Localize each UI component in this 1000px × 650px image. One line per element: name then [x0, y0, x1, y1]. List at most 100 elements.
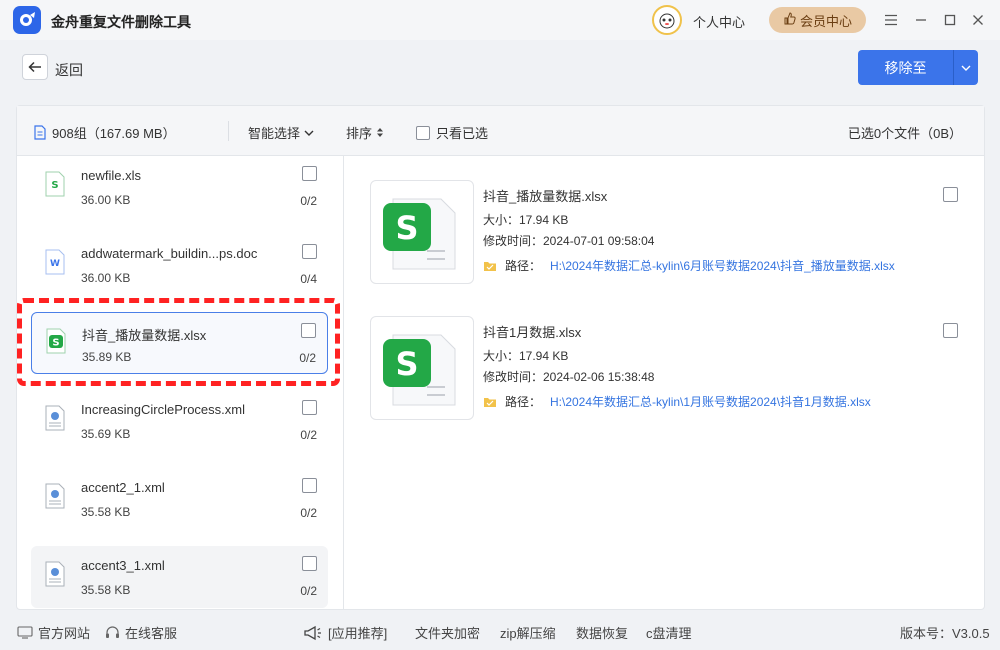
c-drive-clean-link[interactable]: c盘清理 [646, 623, 692, 642]
detail-file-size: 大小：17.94 KB [483, 213, 569, 227]
folder-icon [484, 397, 496, 407]
back-button[interactable] [22, 54, 48, 80]
monitor-icon [17, 626, 33, 639]
document-icon [34, 125, 46, 140]
detail-modified-time: 修改时间：2024-07-01 09:58:04 [483, 234, 655, 248]
only-selected-toggle[interactable]: 只看已选 [416, 123, 488, 142]
recommend-section: [应用推荐] [303, 623, 387, 642]
file-thumbnail: S [370, 180, 474, 284]
file-checkbox[interactable] [302, 166, 317, 181]
group-count: 908组（167.69 MB） [52, 126, 176, 141]
file-selected-count: 0/2 [300, 194, 317, 208]
svg-text:W: W [50, 259, 60, 269]
word-icon: W [45, 249, 65, 275]
file-checkbox[interactable] [302, 400, 317, 415]
list-item[interactable]: IncreasingCircleProcess.xml 35.69 KB 0/2 [31, 390, 328, 452]
sort-button[interactable]: 排序 [346, 123, 384, 142]
path-label: 路径： [505, 259, 542, 273]
file-detail-card: S 抖音1月数据.xlsx 大小：17.94 KB 修改时间：2024-02-0… [370, 316, 980, 426]
file-thumbnail: S [370, 316, 474, 420]
excel-icon: S [383, 198, 456, 270]
file-name: addwatermark_buildin...ps.doc [81, 246, 258, 261]
file-name: IncreasingCircleProcess.xml [81, 402, 245, 417]
sort-label: 排序 [346, 126, 373, 141]
folder-encrypt-link[interactable]: 文件夹加密 [415, 623, 480, 642]
sort-icon [377, 128, 384, 137]
file-size: 36.00 KB [81, 271, 131, 285]
selected-summary: 已选0个文件（0B） [847, 126, 962, 141]
file-selected-count: 0/2 [300, 584, 317, 598]
file-size: 36.00 KB [81, 193, 131, 207]
file-checkbox[interactable] [302, 556, 317, 571]
zip-extract-link[interactable]: zip解压缩 [500, 623, 556, 642]
smart-select-dropdown[interactable]: 智能选择 [248, 123, 314, 142]
file-name: newfile.xls [81, 168, 141, 183]
excel-icon: S [383, 334, 456, 406]
file-size: 35.58 KB [81, 505, 131, 519]
detail-path-label: 路径： [483, 393, 541, 410]
minimize-icon[interactable] [910, 9, 932, 31]
group-info: 908组（167.69 MB） [34, 123, 176, 142]
file-size: 35.69 KB [81, 427, 131, 441]
online-service-link[interactable]: 在线客服 [105, 623, 177, 642]
file-name: accent3_1.xml [81, 558, 165, 573]
official-website-link[interactable]: 官方网站 [17, 623, 90, 642]
detail-file-path-link[interactable]: H:\2024年数据汇总-kylin\1月账号数据2024\抖音1月数据.xls… [550, 393, 871, 410]
move-to-dropdown[interactable] [954, 50, 978, 85]
detail-modified-time: 修改时间：2024-02-06 15:38:48 [483, 370, 655, 384]
list-item[interactable]: W addwatermark_buildin...ps.doc 36.00 KB… [31, 234, 328, 296]
move-to-button-group: 移除至 [858, 50, 978, 85]
vip-center-button[interactable]: 会员中心 [769, 7, 866, 33]
move-to-button[interactable]: 移除至 [858, 50, 953, 85]
file-name: accent2_1.xml [81, 480, 165, 495]
app-logo [13, 6, 41, 34]
personal-center-link[interactable]: 个人中心 [693, 12, 745, 31]
chevron-down-icon [304, 130, 314, 136]
recommend-label: [应用推荐] [328, 626, 388, 641]
detail-checkbox[interactable] [943, 187, 958, 202]
panel-header: 908组（167.69 MB） 智能选择 排序 只看已选 已选0个文件（0B） [17, 106, 984, 156]
list-item[interactable]: accent3_1.xml 35.58 KB 0/2 [31, 546, 328, 608]
footer-bar: 官方网站 在线客服 [应用推荐] 文件夹加密 zip解压缩 数据恢复 c盘清理 … [0, 612, 1000, 650]
xml-icon [45, 561, 65, 587]
avatar[interactable] [652, 5, 682, 35]
megaphone-icon [304, 625, 321, 640]
headset-icon [106, 625, 119, 638]
path-label: 路径： [505, 395, 542, 409]
file-checkbox[interactable] [302, 244, 317, 259]
only-selected-checkbox[interactable] [416, 125, 430, 140]
back-label[interactable]: 返回 [55, 60, 83, 80]
detail-file-name: 抖音1月数据.xlsx [483, 325, 582, 340]
online-service-label: 在线客服 [125, 626, 178, 641]
file-selected-count: 0/2 [300, 506, 317, 520]
detail-file-size: 大小：17.94 KB [483, 349, 569, 363]
list-item[interactable]: S newfile.xls 36.00 KB 0/2 [31, 156, 328, 218]
xml-icon [45, 405, 65, 431]
list-item[interactable]: accent2_1.xml 35.58 KB 0/2 [31, 468, 328, 530]
official-website-label: 官方网站 [38, 626, 91, 641]
maximize-icon[interactable] [939, 9, 961, 31]
detail-path-label: 路径： [483, 257, 541, 274]
version-label: 版本号：V3.0.5 [900, 626, 990, 641]
highlight-annotation [17, 298, 340, 386]
divider [228, 121, 229, 141]
menu-icon[interactable] [880, 9, 902, 31]
svg-text:S: S [395, 209, 418, 247]
file-checkbox[interactable] [302, 478, 317, 493]
smart-select-label: 智能选择 [248, 126, 301, 141]
file-selected-count: 0/4 [300, 272, 317, 286]
file-detail-card: S 抖音_播放量数据.xlsx 大小：17.94 KB 修改时间：2024-07… [370, 180, 980, 290]
only-selected-label: 只看已选 [436, 126, 489, 141]
svg-text:S: S [51, 180, 58, 191]
close-icon[interactable] [967, 9, 989, 31]
vip-label: 会员中心 [799, 13, 852, 29]
thumbs-up-icon [783, 12, 796, 28]
file-size: 35.58 KB [81, 583, 131, 597]
chevron-down-icon [961, 65, 971, 71]
detail-file-path-link[interactable]: H:\2024年数据汇总-kylin\6月账号数据2024\抖音_播放量数据.x… [550, 257, 895, 274]
title-bar: 金舟重复文件删除工具 个人中心 会员中心 [0, 0, 1000, 40]
app-title: 金舟重复文件删除工具 [51, 14, 191, 30]
detail-checkbox[interactable] [943, 323, 958, 338]
data-recovery-link[interactable]: 数据恢复 [576, 623, 628, 642]
excel-icon: S [45, 171, 65, 197]
